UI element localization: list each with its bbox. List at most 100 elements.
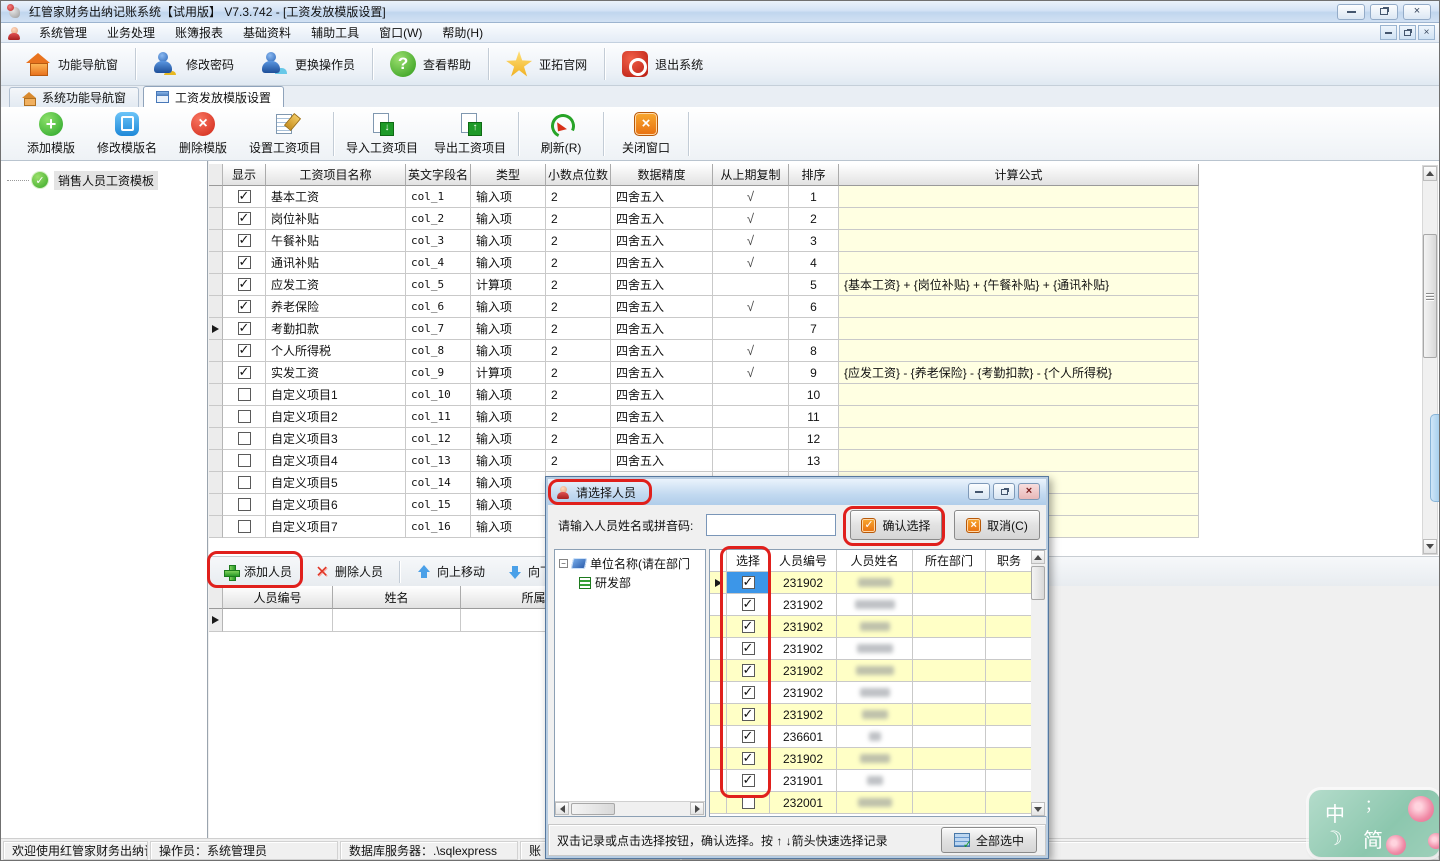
scroll-down-button[interactable] — [1031, 802, 1045, 816]
salary-grid-row[interactable]: 通讯补贴col_4输入项2四舍五入√4 — [209, 252, 1199, 274]
salary-grid-row[interactable]: 养老保险col_6输入项2四舍五入√6 — [209, 296, 1199, 318]
menu-item[interactable]: 帮助(H) — [432, 24, 493, 42]
select-checkbox[interactable] — [742, 752, 755, 765]
select-checkbox-cell[interactable] — [727, 704, 770, 726]
show-checkbox[interactable] — [238, 256, 251, 269]
select-checkbox-cell[interactable] — [727, 792, 770, 814]
column-header[interactable]: 人员姓名 — [837, 550, 913, 572]
column-header[interactable]: 类型 — [471, 164, 546, 186]
salary-grid-row[interactable]: 考勤扣款col_7输入项2四舍五入7 — [209, 318, 1199, 340]
toolbar-button[interactable]: 更换操作员 — [248, 46, 369, 82]
show-checkbox-cell[interactable] — [223, 318, 266, 340]
select-checkbox-cell[interactable] — [727, 660, 770, 682]
menu-item[interactable]: 辅助工具 — [301, 24, 369, 42]
show-checkbox-cell[interactable] — [223, 252, 266, 274]
select-checkbox-cell[interactable] — [727, 638, 770, 660]
show-checkbox[interactable] — [238, 498, 251, 511]
show-checkbox-cell[interactable] — [223, 274, 266, 296]
select-checkbox[interactable] — [742, 642, 755, 655]
person-select-row[interactable]: 231902 — [710, 682, 1045, 704]
show-checkbox-cell[interactable] — [223, 494, 266, 516]
select-checkbox[interactable] — [742, 598, 755, 611]
show-checkbox-cell[interactable] — [223, 230, 266, 252]
show-checkbox-cell[interactable] — [223, 208, 266, 230]
select-checkbox-cell[interactable] — [727, 616, 770, 638]
minimize-button[interactable] — [1337, 4, 1365, 20]
restore-button[interactable] — [1370, 4, 1398, 20]
menu-item[interactable]: 基础资料 — [233, 24, 301, 42]
person-toolbar-button[interactable]: ✕删除人员 — [308, 560, 389, 583]
show-checkbox[interactable] — [238, 212, 251, 225]
show-checkbox[interactable] — [238, 300, 251, 313]
column-header[interactable]: 小数点位数 — [546, 164, 611, 186]
column-header[interactable]: 职务 — [986, 550, 1033, 572]
person-toolbar-button[interactable]: 添加人员 — [217, 560, 298, 583]
salary-grid-row[interactable]: 自定义项目1col_10输入项2四舍五入10 — [209, 384, 1199, 406]
show-checkbox[interactable] — [238, 388, 251, 401]
toolbar-button[interactable]: 亚拓官网 — [492, 46, 601, 82]
show-checkbox-cell[interactable] — [223, 384, 266, 406]
show-checkbox[interactable] — [238, 234, 251, 247]
menu-item[interactable]: 系统管理 — [29, 24, 97, 42]
show-checkbox[interactable] — [238, 344, 251, 357]
show-checkbox[interactable] — [238, 322, 251, 335]
scroll-thumb[interactable] — [571, 803, 615, 815]
salary-grid-row[interactable]: 午餐补贴col_3输入项2四舍五入√3 — [209, 230, 1199, 252]
show-checkbox[interactable] — [238, 432, 251, 445]
mdi-close-button[interactable]: × — [1418, 25, 1435, 40]
show-checkbox-cell[interactable] — [223, 186, 266, 208]
person-search-input[interactable] — [706, 514, 836, 536]
toolbar-button[interactable]: 修改模版名 — [89, 109, 165, 159]
select-checkbox-cell[interactable] — [727, 682, 770, 704]
show-checkbox-cell[interactable] — [223, 406, 266, 428]
salary-grid-row[interactable]: 基本工资col_1输入项2四舍五入√1 — [209, 186, 1199, 208]
mdi-restore-button[interactable] — [1399, 25, 1416, 40]
person-toolbar-button[interactable]: 向上移动 — [410, 560, 491, 583]
tree-item-sales-template[interactable]: ✓ 销售人员工资模板 — [7, 171, 158, 189]
show-checkbox-cell[interactable] — [223, 516, 266, 538]
mdi-minimize-button[interactable] — [1380, 25, 1397, 40]
dialog-minimize-button[interactable] — [968, 483, 990, 500]
person-select-row[interactable]: 231902 — [710, 594, 1045, 616]
dialog-restore-button[interactable] — [993, 483, 1015, 500]
select-checkbox-cell[interactable] — [727, 572, 770, 594]
scroll-thumb[interactable] — [1423, 234, 1437, 358]
person-select-row[interactable]: 236601 — [710, 726, 1045, 748]
toolbar-button[interactable]: ×删除模版 — [165, 109, 241, 159]
column-header[interactable]: 人员编号 — [770, 550, 837, 572]
show-checkbox-cell[interactable] — [223, 450, 266, 472]
select-all-button[interactable]: 全部选中 — [941, 827, 1037, 853]
tab-system-navigator[interactable]: 系统功能导航窗 — [9, 87, 139, 107]
toolbar-button[interactable]: 退出系统 — [608, 46, 717, 82]
toolbar-button[interactable]: 功能导航窗 — [11, 46, 132, 82]
column-header[interactable]: 计算公式 — [839, 164, 1199, 186]
dialog-grid-vscrollbar[interactable] — [1031, 550, 1047, 816]
tree-hscrollbar[interactable] — [555, 801, 705, 816]
person-select-row[interactable]: 231902 — [710, 748, 1045, 770]
show-checkbox[interactable] — [238, 476, 251, 489]
column-header[interactable]: 工资项目名称 — [266, 164, 406, 186]
salary-grid-row[interactable]: 岗位补贴col_2输入项2四舍五入√2 — [209, 208, 1199, 230]
show-checkbox[interactable] — [238, 190, 251, 203]
input-method-badge[interactable]: 中 ； ☽ 简 — [1309, 790, 1440, 857]
toolbar-button[interactable]: +添加模版 — [13, 109, 89, 159]
toolbar-button[interactable]: 修改密码 — [139, 46, 248, 82]
tree-item-org-root[interactable]: − 单位名称(请在部门 — [555, 554, 705, 573]
show-checkbox[interactable] — [238, 520, 251, 533]
person-select-row[interactable]: 231902 — [710, 572, 1045, 594]
menu-item[interactable]: 业务处理 — [97, 24, 165, 42]
show-checkbox[interactable] — [238, 454, 251, 467]
scroll-right-button[interactable] — [690, 802, 704, 815]
toolbar-button[interactable]: 导入工资项目 — [338, 109, 426, 159]
person-select-row[interactable]: 232001 — [710, 792, 1045, 814]
select-checkbox[interactable] — [742, 576, 755, 589]
show-checkbox[interactable] — [238, 366, 251, 379]
person-select-row[interactable]: 231902 — [710, 638, 1045, 660]
tab-salary-template-settings[interactable]: 工资发放模版设置 — [143, 86, 284, 107]
person-select-row[interactable]: 231902 — [710, 660, 1045, 682]
salary-grid-row[interactable]: 实发工资col_9计算项2四舍五入√9{应发工资} - {养老保险} - {考勤… — [209, 362, 1199, 384]
toolbar-button[interactable]: ?查看帮助 — [376, 46, 485, 82]
edge-docked-widget[interactable] — [1430, 414, 1439, 502]
column-header[interactable]: 数据精度 — [611, 164, 713, 186]
salary-grid-row[interactable]: 自定义项目4col_13输入项2四舍五入13 — [209, 450, 1199, 472]
